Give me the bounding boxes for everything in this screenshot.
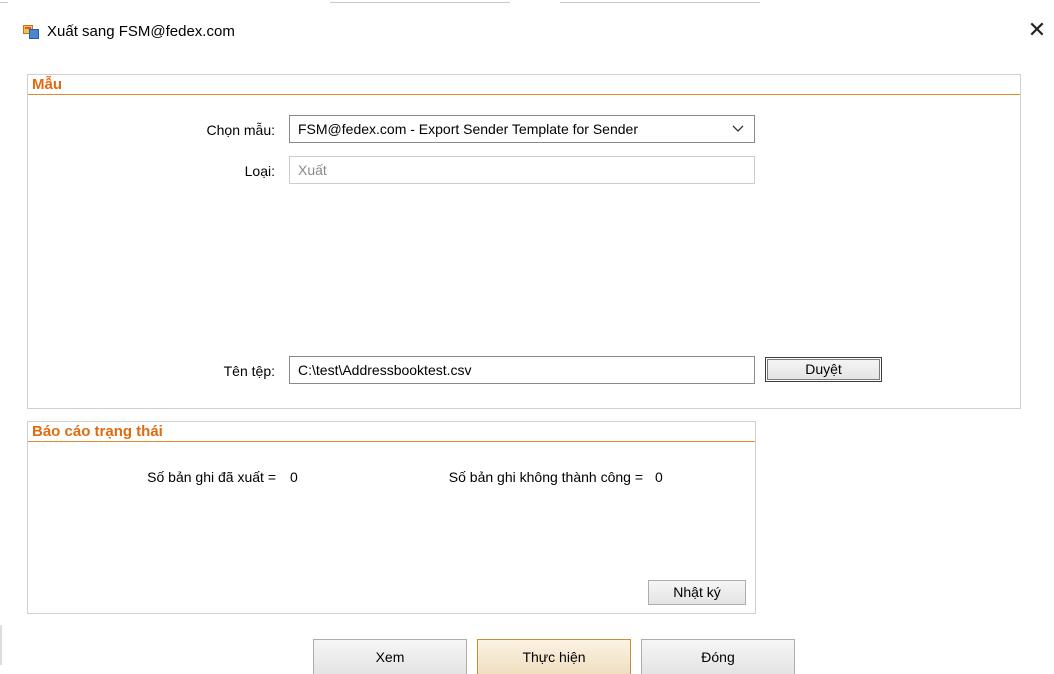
- close-dialog-button-label: Đóng: [701, 649, 735, 665]
- exported-count-label: Số bản ghi đã xuất =: [147, 469, 276, 485]
- type-label: Loại:: [244, 163, 275, 179]
- exported-count-value: 0: [290, 469, 298, 485]
- browse-button[interactable]: Duyệt: [765, 357, 882, 382]
- choose-template-select[interactable]: FSM@fedex.com - Export Sender Template f…: [289, 115, 755, 143]
- view-button-label: Xem: [375, 649, 405, 665]
- status-group-title: Báo cáo trạng thái: [32, 423, 163, 440]
- type-value: Xuất: [298, 162, 327, 178]
- choose-template-value: FSM@fedex.com - Export Sender Template f…: [298, 121, 638, 137]
- status-group-header: Báo cáo trạng thái: [28, 422, 755, 442]
- type-field: Xuất: [289, 156, 755, 184]
- template-group-header: Mẫu: [28, 75, 1020, 95]
- file-name-field[interactable]: C:\test\Addressbooktest.csv: [289, 356, 755, 384]
- file-name-value: C:\test\Addressbooktest.csv: [298, 362, 472, 378]
- chevron-down-icon: [732, 125, 744, 132]
- execute-button-label: Thực hiện: [522, 649, 586, 665]
- failed-count-label: Số bản ghi không thành công =: [448, 469, 643, 485]
- window-top-edge: [0, 0, 1054, 6]
- template-group: Mẫu Chọn mẫu: FSM@fedex.com - Export Sen…: [27, 74, 1021, 409]
- failed-count-value: 0: [655, 469, 663, 485]
- title-bar: Xuất sang FSM@fedex.com ✕: [0, 12, 1054, 50]
- choose-template-label: Chọn mẫu:: [206, 122, 275, 138]
- app-window-icon: [23, 25, 39, 39]
- template-group-title: Mẫu: [32, 76, 62, 93]
- window-left-edge: [0, 625, 2, 665]
- execute-button[interactable]: Thực hiện: [477, 639, 631, 674]
- close-dialog-button[interactable]: Đóng: [641, 639, 795, 674]
- log-button-label: Nhật ký: [673, 584, 721, 600]
- close-window-button[interactable]: ✕: [1024, 16, 1050, 46]
- view-button[interactable]: Xem: [313, 639, 467, 674]
- close-icon: ✕: [1027, 17, 1047, 42]
- file-name-label: Tên tệp:: [223, 363, 275, 379]
- log-button[interactable]: Nhật ký: [648, 580, 746, 605]
- window-title: Xuất sang FSM@fedex.com: [47, 23, 235, 40]
- browse-button-label: Duyệt: [805, 361, 842, 377]
- status-group: Báo cáo trạng thái Số bản ghi đã xuất = …: [27, 421, 756, 614]
